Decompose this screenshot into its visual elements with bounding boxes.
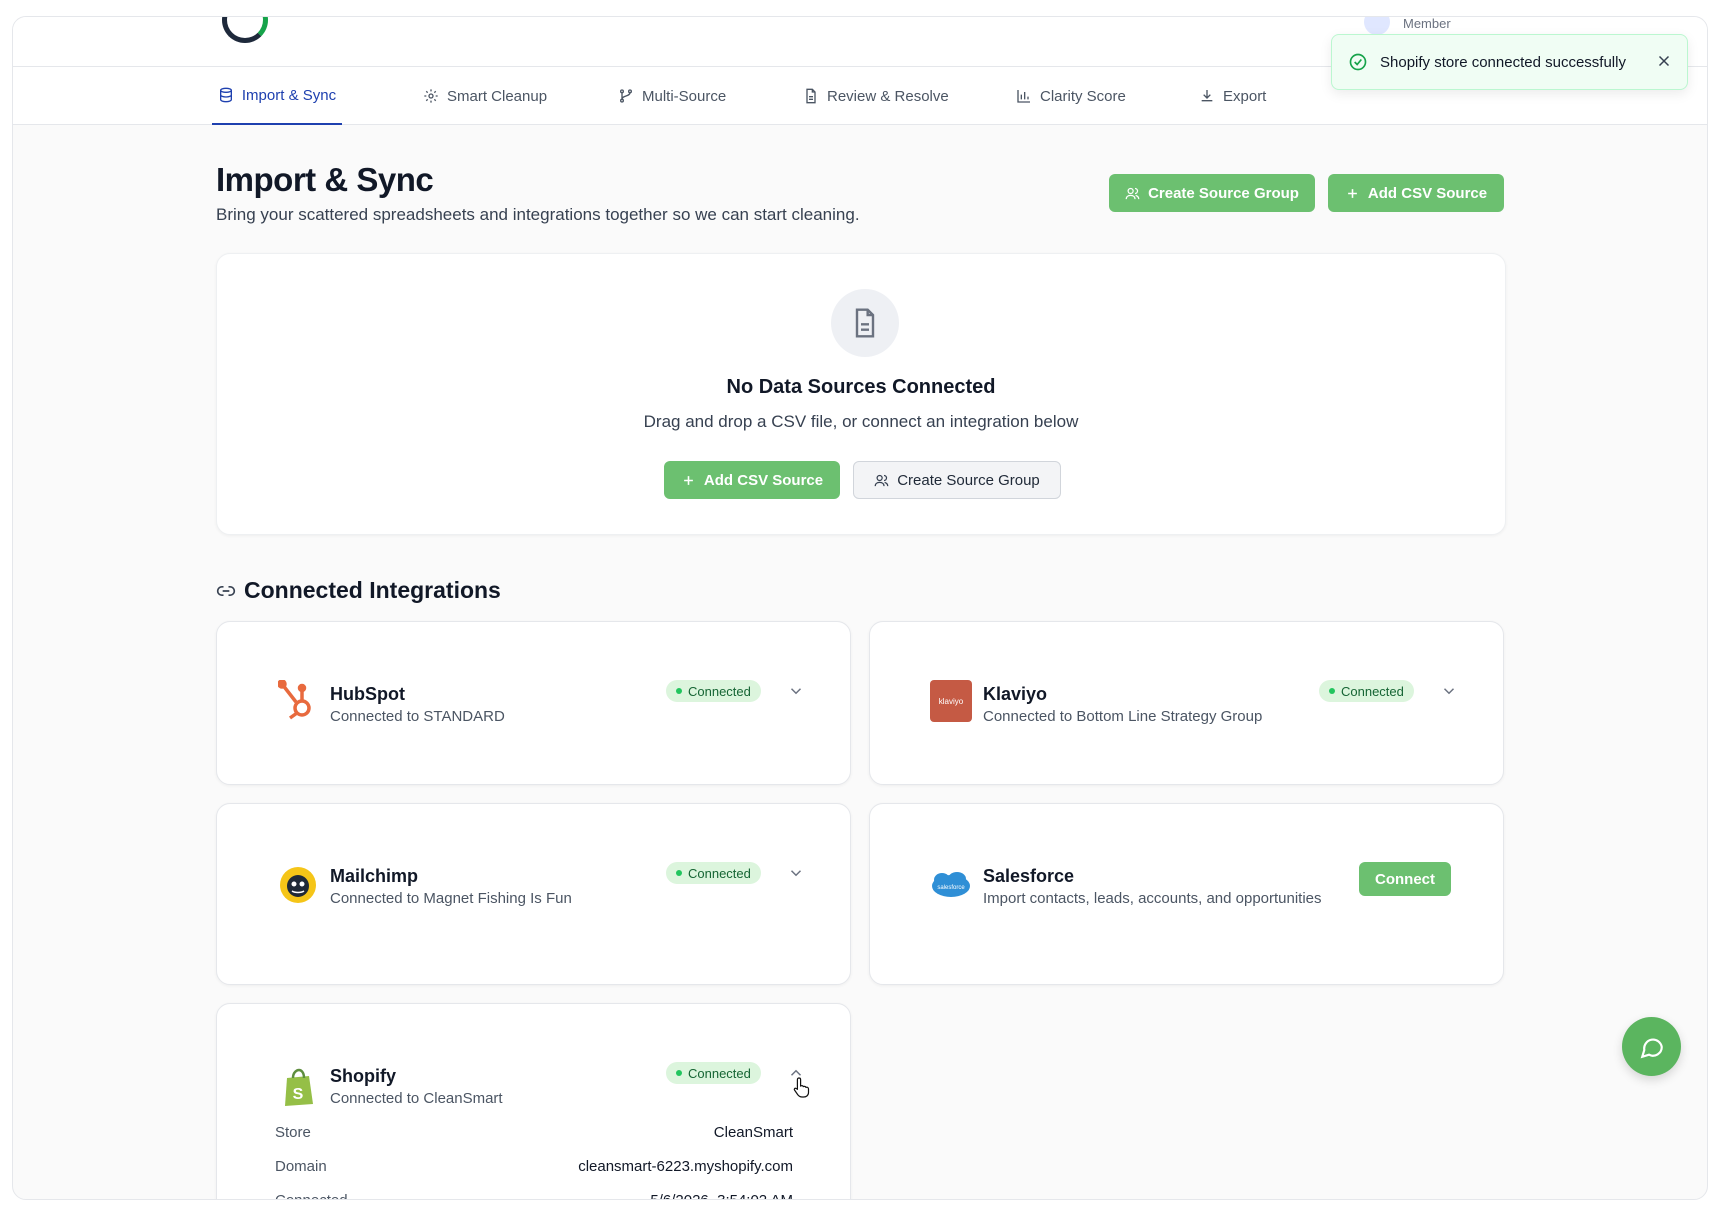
app-window: Member Import & Sync Smart Cleanup Multi…	[12, 16, 1708, 1200]
integration-card-mailchimp: Mailchimp Connected to Magnet Fishing Is…	[216, 803, 851, 985]
status-badge: Connected	[666, 680, 761, 702]
tab-label: Smart Cleanup	[447, 87, 548, 105]
tab-label: Multi-Source	[642, 87, 727, 105]
salesforce-logo-text: salesforce	[937, 885, 965, 891]
integration-name: Shopify	[330, 1066, 396, 1086]
section-label: Connected Integrations	[244, 577, 501, 603]
integration-name: Mailchimp	[330, 866, 419, 886]
tab-multi-source[interactable]: Multi-Source	[618, 67, 726, 125]
svg-text:S: S	[293, 1086, 304, 1103]
tab-label: Export	[1223, 87, 1267, 105]
success-toast: Shopify store connected successfully	[1331, 34, 1688, 90]
chevron-down-icon[interactable]	[787, 682, 805, 700]
user-role: Member	[1403, 16, 1451, 31]
tab-label: Review & Resolve	[827, 87, 949, 105]
klaviyo-logo-text: klaviyo	[938, 696, 964, 706]
empty-add-csv-button[interactable]: Add CSV Source	[664, 461, 840, 499]
hand-cursor-icon	[793, 1077, 810, 1098]
check-circle-icon	[1349, 53, 1367, 71]
document-icon	[806, 88, 816, 104]
link-icon	[216, 585, 236, 596]
download-icon	[1201, 90, 1213, 102]
klaviyo-logo-icon: klaviyo	[930, 680, 972, 722]
plus-icon	[684, 475, 693, 485]
tab-label: Clarity Score	[1040, 87, 1126, 105]
bar-chart-icon	[1017, 90, 1030, 103]
main-content: Import & Sync Bring your scattered sprea…	[13, 125, 1707, 1199]
git-branch-icon	[620, 89, 632, 103]
tab-label: Import & Sync	[241, 86, 337, 104]
button-label: Add CSV Source	[1367, 184, 1488, 202]
detail-key: Domain	[275, 1158, 327, 1175]
integration-description: Connected to Bottom Line Strategy Group	[983, 708, 1263, 725]
status-badge: Connected	[666, 1062, 761, 1084]
integration-description: Import contacts, leads, accounts, and op…	[983, 890, 1322, 907]
page-title: Import & Sync	[216, 161, 434, 198]
integration-name: Klaviyo	[983, 684, 1048, 704]
tab-import-sync[interactable]: Import & Sync	[212, 67, 342, 125]
tab-clarity-score[interactable]: Clarity Score	[1016, 67, 1126, 125]
integration-name: HubSpot	[330, 684, 405, 704]
salesforce-logo-icon: salesforce	[930, 864, 972, 906]
empty-state-title: No Data Sources Connected	[726, 376, 996, 398]
shopify-logo-icon: S	[277, 1066, 319, 1108]
avatar[interactable]	[1364, 17, 1390, 35]
users-icon	[1125, 187, 1140, 199]
status-badge: Connected	[666, 862, 761, 884]
empty-state-subtitle: Drag and drop a CSV file, or connect an …	[643, 412, 1079, 431]
detail-value: cleansmart-6223.myshopify.com	[578, 1158, 793, 1175]
detail-key: Store	[275, 1124, 311, 1141]
detail-row-connected: Connected 5/6/2026, 3:54:02 AM	[275, 1192, 793, 1199]
button-label: Add CSV Source	[703, 471, 824, 489]
page-subtitle: Bring your scattered spreadsheets and in…	[216, 205, 860, 224]
chat-bubble-icon	[1640, 1038, 1663, 1058]
users-icon	[874, 474, 889, 486]
plus-icon	[1348, 188, 1357, 198]
detail-row-store: Store CleanSmart	[275, 1124, 793, 1141]
detail-value: 5/6/2026, 3:54:02 AM	[650, 1192, 793, 1199]
add-csv-source-button[interactable]: Add CSV Source	[1328, 174, 1504, 212]
button-label: Create Source Group	[1148, 184, 1299, 202]
empty-create-group-button[interactable]: Create Source Group	[853, 461, 1061, 499]
detail-row-domain: Domain cleansmart-6223.myshopify.com	[275, 1158, 793, 1175]
toast-message: Shopify store connected successfully	[1380, 53, 1626, 71]
integration-description: Connected to STANDARD	[330, 708, 505, 725]
empty-state-icon-wrap	[831, 289, 899, 357]
document-icon	[855, 308, 875, 338]
connect-salesforce-button[interactable]: Connect	[1359, 862, 1451, 896]
chat-button[interactable]	[1622, 1017, 1681, 1076]
mailchimp-logo-icon	[277, 864, 319, 906]
create-source-group-button[interactable]: Create Source Group	[1109, 174, 1315, 212]
integration-card-shopify: S Shopify Connected to CleanSmart Connec…	[216, 1003, 851, 1199]
close-icon[interactable]	[1655, 52, 1673, 70]
app-logo[interactable]	[222, 17, 268, 43]
gear-icon	[424, 89, 438, 103]
tab-review-resolve[interactable]: Review & Resolve	[803, 67, 949, 125]
integration-card-klaviyo: klaviyo Klaviyo Connected to Bottom Line…	[869, 621, 1504, 785]
empty-state-card: No Data Sources Connected Drag and drop …	[216, 253, 1506, 535]
integration-card-salesforce: salesforce Salesforce Import contacts, l…	[869, 803, 1504, 985]
integration-description: Connected to CleanSmart	[330, 1090, 503, 1107]
integration-card-hubspot: HubSpot Connected to STANDARD Connected	[216, 621, 851, 785]
button-label: Create Source Group	[897, 471, 1040, 489]
status-badge: Connected	[1319, 680, 1414, 702]
section-title: Connected Integrations	[216, 577, 501, 604]
tab-smart-cleanup[interactable]: Smart Cleanup	[423, 67, 547, 125]
detail-key: Connected	[275, 1192, 348, 1199]
integration-name: Salesforce	[983, 866, 1075, 886]
detail-value: CleanSmart	[713, 1124, 793, 1141]
integration-description: Connected to Magnet Fishing Is Fun	[330, 890, 572, 907]
chevron-down-icon[interactable]	[1440, 682, 1458, 700]
hubspot-logo-icon	[277, 680, 319, 722]
database-icon	[219, 87, 232, 103]
tab-export[interactable]: Export	[1199, 67, 1266, 125]
chevron-down-icon[interactable]	[787, 864, 805, 882]
